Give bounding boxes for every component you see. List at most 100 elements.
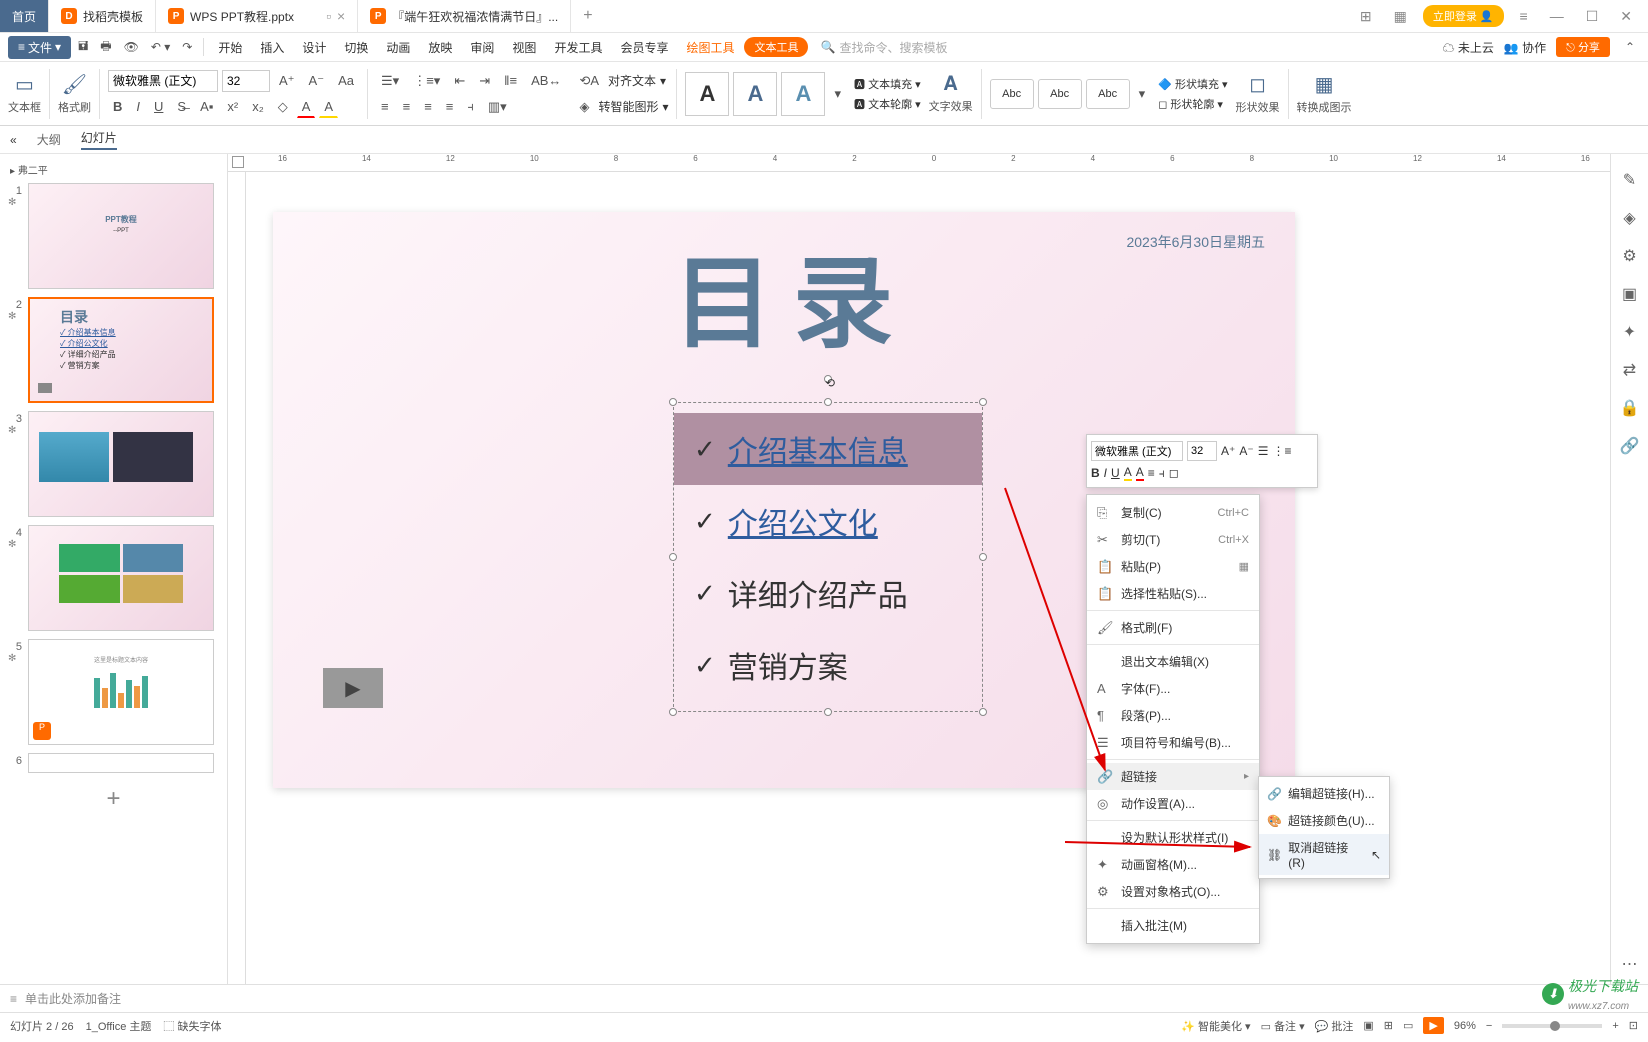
- list-item[interactable]: ✓详细介绍产品: [674, 557, 982, 629]
- shape-style-2[interactable]: Abc: [1038, 79, 1082, 109]
- menu-review[interactable]: 审阅: [462, 35, 502, 60]
- menu-draw-tool[interactable]: 绘图工具: [678, 35, 742, 60]
- layers-icon[interactable]: ▣: [1622, 284, 1637, 304]
- decrease-font-icon[interactable]: A⁻: [304, 70, 330, 92]
- list-item[interactable]: ✓介绍公文化: [674, 485, 982, 557]
- menu-anim-pane[interactable]: ✦动画窗格(M)...: [1087, 851, 1259, 878]
- menu-paste[interactable]: 📋粘贴(P)▦: [1087, 553, 1259, 580]
- change-case-icon[interactable]: Aa: [333, 70, 359, 91]
- slide-thumb-2[interactable]: 2✻ 目录✓ 介绍基本信息✓ 介绍公文化✓ 详细介绍产品✓ 营销方案: [0, 293, 227, 407]
- menu-cut[interactable]: ✂剪切(T)Ctrl+X: [1087, 526, 1259, 553]
- menu-exit-edit[interactable]: 退出文本编辑(X): [1087, 648, 1259, 675]
- submenu-link-color[interactable]: 🎨超链接颜色(U)...: [1259, 807, 1389, 834]
- bold-button[interactable]: B: [108, 96, 127, 117]
- mini-bold[interactable]: B: [1091, 466, 1100, 480]
- slide-thumb-3[interactable]: 3✻: [0, 407, 227, 521]
- font-color-button[interactable]: A: [297, 96, 316, 118]
- menu-format-brush[interactable]: 🖌格式刷(F): [1087, 614, 1259, 641]
- notes-placeholder[interactable]: 单击此处添加备注: [25, 990, 121, 1007]
- zoom-in-button[interactable]: +: [1612, 1020, 1618, 1032]
- menu-format-obj[interactable]: ⚙设置对象格式(O)...: [1087, 878, 1259, 905]
- mini-font-color[interactable]: A: [1136, 465, 1144, 481]
- clear-format-button[interactable]: ◇: [273, 96, 293, 118]
- mini-bullets-icon[interactable]: ☰: [1258, 444, 1269, 458]
- text-fill-button[interactable]: 🅰 文本填充 ▾: [854, 76, 921, 92]
- beautify-button[interactable]: ✨ 智能美化 ▾: [1181, 1018, 1250, 1034]
- slides-tab[interactable]: 幻灯片: [81, 129, 117, 150]
- menu-devtools[interactable]: 开发工具: [546, 35, 610, 60]
- play-shape[interactable]: ▶: [323, 668, 383, 708]
- text-direction-icon[interactable]: ⟲A: [574, 70, 604, 92]
- slide-panel[interactable]: ▸ 弗二平 1✻ PPT教程--PPT 2✻ 目录✓ 介绍基本信息✓ 介绍公文化…: [0, 154, 228, 984]
- mini-decrease-font-icon[interactable]: A⁻: [1239, 444, 1253, 458]
- superscript-button[interactable]: x²: [222, 96, 243, 117]
- menu-insert[interactable]: 插入: [252, 35, 292, 60]
- pen-icon[interactable]: ✎: [1623, 170, 1636, 190]
- settings-icon[interactable]: ⚙: [1622, 246, 1636, 266]
- menu-insert-comment[interactable]: 插入批注(M): [1087, 912, 1259, 939]
- menu-animation[interactable]: 动画: [378, 35, 418, 60]
- outline-tab[interactable]: 大纲: [37, 131, 61, 148]
- style-more-icon[interactable]: ▾: [829, 83, 846, 105]
- font-select[interactable]: [108, 70, 218, 92]
- list-item[interactable]: ✓介绍基本信息: [674, 413, 982, 485]
- menu-default-shape[interactable]: 设为默认形状样式(I): [1087, 824, 1259, 851]
- menu-icon[interactable]: ≡: [1514, 8, 1534, 24]
- format-brush-button[interactable]: 🖌格式刷: [58, 72, 91, 115]
- shape-style-1[interactable]: Abc: [990, 79, 1034, 109]
- close-icon[interactable]: ×: [337, 8, 345, 24]
- grid-icon[interactable]: ▦: [1388, 8, 1413, 25]
- slideshow-button[interactable]: ▶: [1423, 1017, 1443, 1034]
- shape-fill-button[interactable]: 🔷 形状填充 ▾: [1158, 76, 1227, 92]
- fit-button[interactable]: ⊡: [1629, 1019, 1638, 1032]
- comments-toggle[interactable]: 💬 批注: [1315, 1018, 1354, 1034]
- collapse-panel-icon[interactable]: «: [10, 133, 17, 147]
- menu-text-tool[interactable]: 文本工具: [744, 37, 808, 57]
- align-center-icon[interactable]: ≡: [398, 96, 416, 117]
- slide-thumb-1[interactable]: 1✻ PPT教程--PPT: [0, 179, 227, 293]
- mini-highlight[interactable]: A: [1124, 465, 1132, 481]
- lock-icon[interactable]: 🔒: [1620, 398, 1640, 418]
- mini-underline[interactable]: U: [1111, 466, 1120, 480]
- menu-font[interactable]: A字体(F)...: [1087, 675, 1259, 702]
- strike-button[interactable]: S̶: [172, 96, 191, 117]
- menu-start[interactable]: 开始: [210, 35, 250, 60]
- zoom-slider[interactable]: [1502, 1024, 1602, 1028]
- menu-bullets[interactable]: ☰项目符号和编号(B)...: [1087, 729, 1259, 756]
- print-icon[interactable]: 🖶: [95, 34, 116, 61]
- decrease-indent-icon[interactable]: ⇤: [449, 70, 470, 92]
- share-button[interactable]: ⎋ 分享: [1556, 37, 1610, 57]
- slide-thumb-5[interactable]: 5✻ P这里是标题文本内容: [0, 635, 227, 749]
- slide-text-box[interactable]: ⟲ ✓介绍基本信息 ✓介绍公文化 ✓详细介绍产品 ✓营销方案: [673, 402, 983, 712]
- text-effect-button[interactable]: 𝐀文字效果: [929, 73, 973, 114]
- bullets-icon[interactable]: ☰▾: [376, 70, 404, 92]
- numbering-icon[interactable]: ⋮≡▾: [408, 70, 445, 92]
- mini-shape[interactable]: ◻: [1169, 466, 1179, 480]
- new-tab-button[interactable]: +: [571, 0, 604, 32]
- increase-indent-icon[interactable]: ⇥: [474, 70, 495, 92]
- ruler-origin-icon[interactable]: [232, 156, 244, 168]
- align-right-icon[interactable]: ≡: [419, 96, 437, 117]
- tab-templates[interactable]: D找稻壳模板: [49, 0, 156, 32]
- shape-style-more-icon[interactable]: ▾: [1134, 83, 1151, 105]
- distribute-icon[interactable]: ⫞: [462, 96, 479, 118]
- italic-button[interactable]: I: [131, 96, 145, 117]
- close-window-button[interactable]: ✕: [1614, 8, 1638, 25]
- slide-thumb-4[interactable]: 4✻: [0, 521, 227, 635]
- tab-options-icon[interactable]: ▫: [326, 8, 331, 24]
- cloud-button[interactable]: ☁ 未上云: [1443, 39, 1494, 56]
- minimize-button[interactable]: —: [1544, 8, 1570, 24]
- menu-paste-special[interactable]: 📋选择性粘贴(S)...: [1087, 580, 1259, 607]
- diamond-icon[interactable]: ◈: [1623, 208, 1635, 228]
- shape-style-3[interactable]: Abc: [1086, 79, 1130, 109]
- mini-spacing[interactable]: ⫞: [1159, 466, 1165, 481]
- menu-slideshow[interactable]: 放映: [420, 35, 460, 60]
- menu-design[interactable]: 设计: [294, 35, 334, 60]
- file-menu[interactable]: ≡ 文件 ▾: [8, 36, 71, 59]
- slide-thumb-6[interactable]: 6: [0, 749, 227, 777]
- preview-icon[interactable]: 👁: [119, 37, 144, 57]
- columns-icon[interactable]: ▥▾: [483, 96, 512, 118]
- list-item[interactable]: ✓营销方案: [674, 629, 982, 701]
- menu-member[interactable]: 会员专享: [612, 35, 676, 60]
- save-icon[interactable]: 🖬: [73, 34, 93, 61]
